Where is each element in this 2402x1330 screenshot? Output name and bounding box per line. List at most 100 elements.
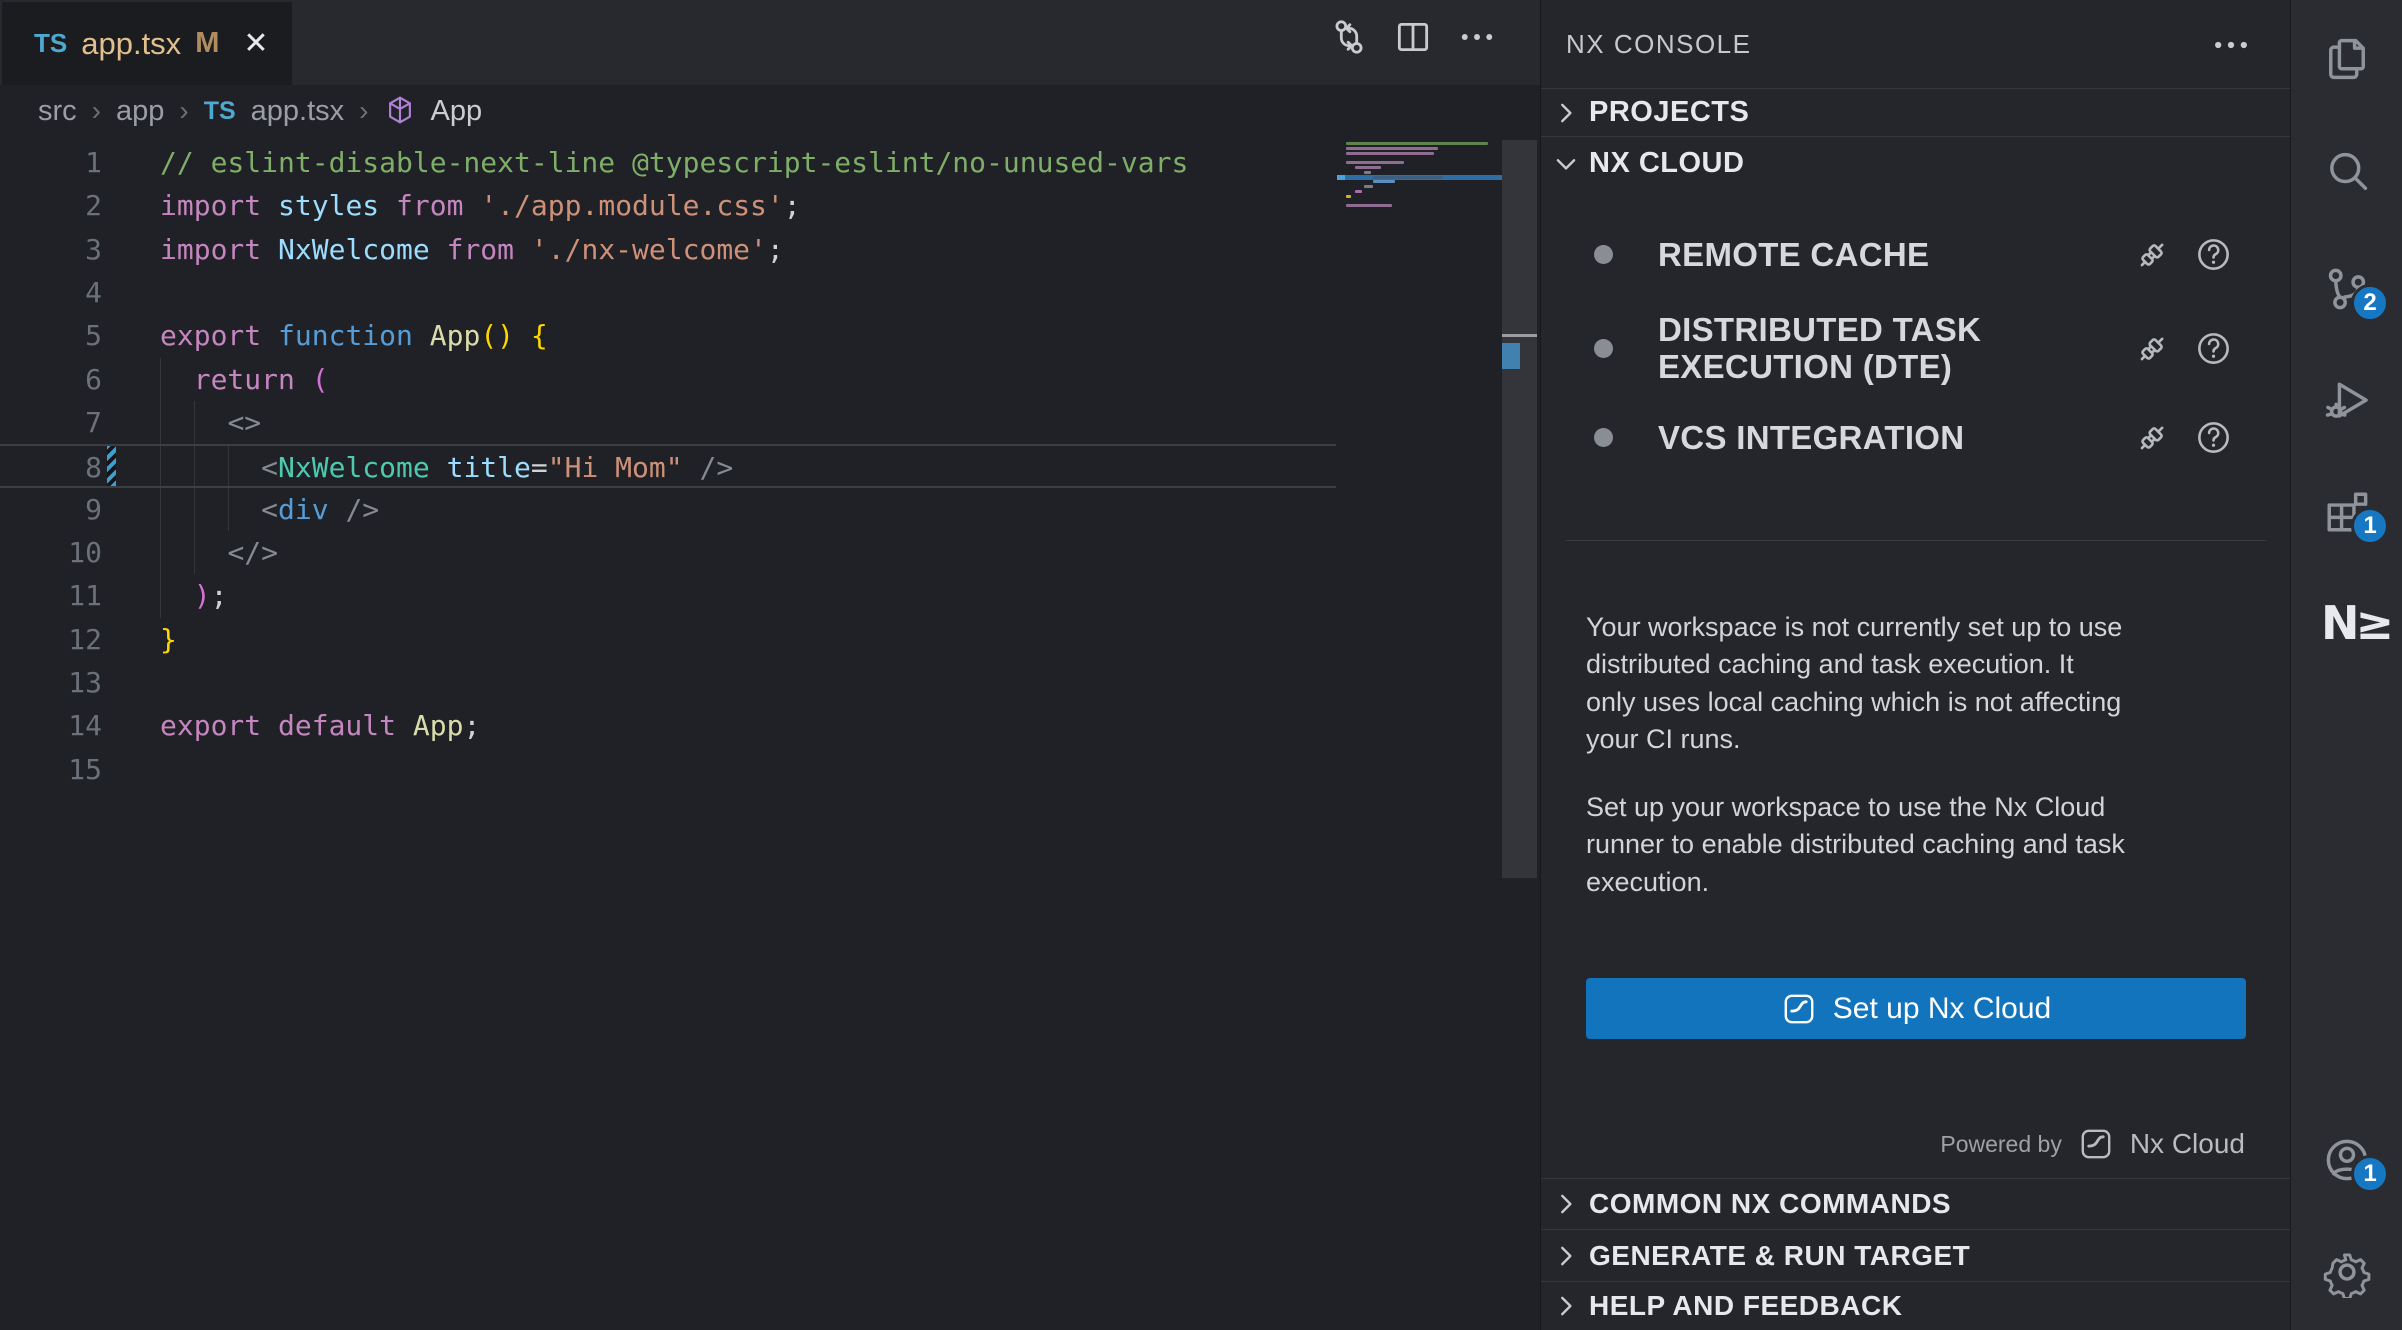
line-number[interactable]: 4 [0, 271, 102, 314]
chevron-down-icon [1551, 149, 1581, 179]
line-number[interactable]: 10 [0, 531, 102, 574]
tab-filename: app.tsx [81, 26, 181, 62]
nx-cloud-feature-row: REMOTE CACHE [1541, 230, 2291, 278]
typescript-file-icon: TS [34, 28, 67, 59]
tab-app-tsx[interactable]: TS app.tsx M ✕ [2, 2, 292, 85]
connect-icon[interactable] [2133, 418, 2172, 457]
minimap[interactable] [1346, 141, 1502, 251]
connect-icon[interactable] [2133, 329, 2172, 368]
line-number[interactable]: 13 [0, 661, 102, 704]
close-icon[interactable]: ✕ [243, 26, 268, 61]
panel-title: NX CONSOLE [1566, 0, 1752, 88]
breadcrumb-file[interactable]: app.tsx [251, 95, 345, 128]
line-number[interactable]: 9 [0, 488, 102, 531]
line-number[interactable]: 14 [0, 704, 102, 747]
line-content: export default App; [102, 709, 480, 742]
editor-region: TS app.tsx M ✕ src › app › TS app.tsx › … [0, 0, 1540, 1330]
code-line-10[interactable]: 10 </> [0, 531, 1336, 574]
brand-name[interactable]: Nx Cloud [2130, 1128, 2245, 1160]
code-line-6[interactable]: 6 return ( [0, 358, 1336, 401]
code-line-14[interactable]: 14export default App; [0, 704, 1336, 747]
section-common-nx-commands[interactable]: COMMON NX COMMANDS [1541, 1178, 2291, 1229]
line-number[interactable]: 5 [0, 314, 102, 357]
code-line-8[interactable]: 8 <NxWelcome title="Hi Mom" /> [0, 444, 1336, 487]
line-content: return ( [102, 363, 329, 396]
code-line-1[interactable]: 1// eslint-disable-next-line @typescript… [0, 141, 1336, 184]
line-number[interactable]: 8 [0, 446, 102, 489]
connect-icon[interactable] [2133, 235, 2172, 274]
section-label: HELP AND FEEDBACK [1589, 1290, 1902, 1322]
code-line-2[interactable]: 2import styles from './app.module.css'; [0, 184, 1336, 227]
scrollbar[interactable] [1502, 140, 1537, 878]
chevron-right-icon [1551, 1291, 1581, 1321]
section-nx-cloud[interactable]: NX CLOUD [1541, 136, 2291, 190]
feature-label: DISTRIBUTED TASK EXECUTION (DTE) [1658, 311, 1981, 385]
code-line-7[interactable]: 7 <> [0, 401, 1336, 444]
minimap-row [1346, 208, 1502, 213]
code-line-3[interactable]: 3import NxWelcome from './nx-welcome'; [0, 228, 1336, 271]
section-projects[interactable]: PROJECTS [1541, 88, 2291, 136]
symbol-cube-icon [384, 94, 416, 129]
overview-ruler-modified-marker [1502, 343, 1520, 369]
help-icon[interactable] [2194, 418, 2233, 457]
powered-by: Powered by Nx Cloud [1940, 1122, 2245, 1166]
status-dot [1594, 339, 1613, 358]
nx-cloud-feature-row: VCS INTEGRATION [1541, 413, 2291, 461]
badge: 1 [2351, 507, 2389, 545]
line-number[interactable]: 3 [0, 228, 102, 271]
status-dot [1594, 245, 1613, 264]
line-content: <NxWelcome title="Hi Mom" /> [102, 451, 733, 484]
typescript-file-icon: TS [204, 97, 236, 126]
section-label: COMMON NX COMMANDS [1589, 1188, 1951, 1220]
line-number[interactable]: 7 [0, 401, 102, 444]
activity-item-nx-console-icon[interactable]: N≥ [2321, 597, 2373, 649]
status-dot [1594, 428, 1613, 447]
line-number[interactable]: 6 [0, 358, 102, 401]
split-editor-icon[interactable] [1392, 16, 1434, 58]
help-icon[interactable] [2194, 235, 2233, 274]
activity-bar: 21N≥1 [2290, 0, 2402, 1330]
line-number[interactable]: 15 [0, 748, 102, 791]
code-line-5[interactable]: 5export function App() { [0, 314, 1336, 357]
section-help-and-feedback[interactable]: HELP AND FEEDBACK [1541, 1281, 2291, 1330]
line-number[interactable]: 11 [0, 574, 102, 617]
line-number[interactable]: 12 [0, 618, 102, 661]
divider [1566, 540, 2266, 541]
help-icon[interactable] [2194, 329, 2233, 368]
activity-item-settings-icon[interactable] [2321, 1246, 2373, 1298]
badge: 1 [2351, 1155, 2389, 1193]
code-line-13[interactable]: 13 [0, 661, 1336, 704]
breadcrumb-folder[interactable]: src [38, 95, 77, 128]
setup-button-label: Set up Nx Cloud [1833, 992, 2051, 1026]
powered-by-label: Powered by [1940, 1131, 2061, 1158]
line-content: <> [102, 406, 261, 439]
line-number[interactable]: 2 [0, 184, 102, 227]
feature-label: REMOTE CACHE [1658, 236, 1929, 273]
section-label: GENERATE & RUN TARGET [1589, 1240, 1970, 1272]
activity-item-run-and-debug-icon[interactable] [2321, 373, 2373, 425]
code-line-4[interactable]: 4 [0, 271, 1336, 314]
line-number[interactable]: 1 [0, 141, 102, 184]
code-line-12[interactable]: 12} [0, 618, 1336, 661]
breadcrumb-symbol[interactable]: App [431, 95, 483, 128]
line-content: import styles from './app.module.css'; [102, 189, 801, 222]
code-line-15[interactable]: 15 [0, 748, 1336, 791]
nx-cloud-logo-icon [1781, 991, 1817, 1027]
code-line-9[interactable]: 9 <div /> [0, 488, 1336, 531]
line-content: export function App() { [102, 319, 548, 352]
code-line-11[interactable]: 11 ); [0, 574, 1336, 617]
more-actions-icon[interactable] [1456, 16, 1498, 58]
panel-more-actions-icon[interactable] [2209, 23, 2253, 67]
tab-bar: TS app.tsx M ✕ [0, 0, 1540, 85]
open-changes-icon[interactable] [1328, 16, 1370, 58]
code-editor[interactable]: 1// eslint-disable-next-line @typescript… [0, 141, 1336, 791]
section-generate-run-target[interactable]: GENERATE & RUN TARGET [1541, 1229, 2291, 1281]
chevron-right-icon [1551, 98, 1581, 128]
breadcrumb-folder[interactable]: app [116, 95, 164, 128]
chevron-right-icon [1551, 1189, 1581, 1219]
activity-item-search-icon[interactable] [2321, 146, 2373, 198]
activity-item-explorer-icon[interactable] [2321, 33, 2373, 85]
setup-nx-cloud-button[interactable]: Set up Nx Cloud [1586, 978, 2246, 1039]
modified-line-marker [107, 446, 116, 486]
breadcrumb-separator: › [359, 95, 368, 127]
